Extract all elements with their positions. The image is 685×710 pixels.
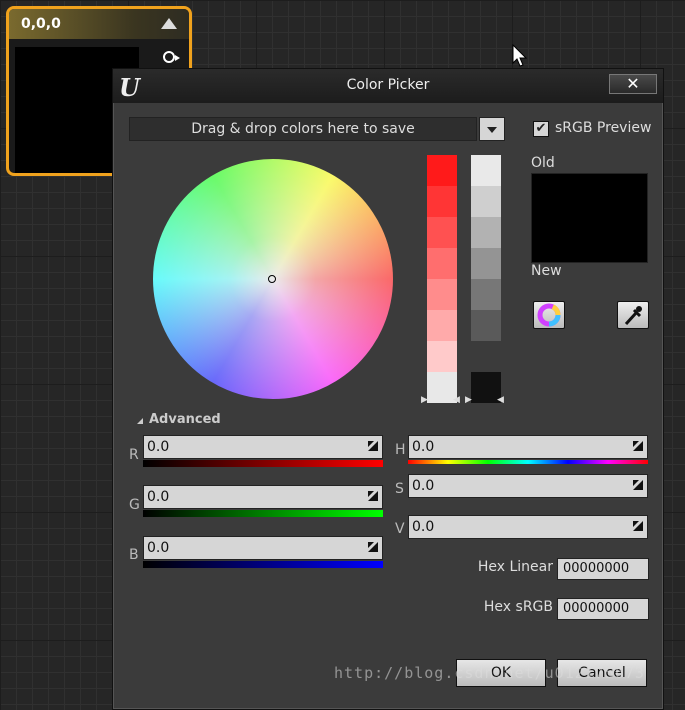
r-value: 0.0 — [147, 439, 170, 455]
color-wheel[interactable] — [153, 159, 393, 399]
h-value: 0.0 — [412, 439, 435, 455]
color-wheel-icon — [537, 303, 561, 327]
slider-handle-icon[interactable]: ▶ — [465, 395, 472, 405]
s-label: S — [395, 481, 404, 497]
close-button[interactable]: ✕ — [609, 74, 657, 94]
spin-corner-icon[interactable] — [368, 542, 378, 552]
r-value-field[interactable]: 0.0 — [143, 435, 383, 459]
b-gradient-bar[interactable] — [143, 561, 383, 568]
slider-handle-icon[interactable]: ▶ — [421, 395, 428, 405]
color-picker-dialog: U Color Picker ✕ Drag & drop colors here… — [112, 68, 664, 710]
spin-corner-icon[interactable] — [633, 521, 643, 531]
dialog-title: Color Picker — [346, 77, 430, 93]
h-gradient-bar[interactable] — [408, 460, 648, 464]
h-label: H — [395, 442, 406, 458]
close-icon: ✕ — [626, 74, 640, 93]
hex-srgb-label: Hex sRGB — [483, 599, 553, 615]
v-label: V — [395, 521, 405, 537]
slider-handle-icon[interactable]: ◀ — [453, 395, 460, 405]
old-label: Old — [531, 155, 555, 171]
watermark: http://blog.csdn.net/u012175673 — [334, 664, 645, 682]
spin-corner-icon[interactable] — [633, 441, 643, 451]
node-header[interactable]: 0,0,0 — [9, 9, 189, 39]
node-title: 0,0,0 — [21, 16, 61, 32]
dropdown-arrow-icon[interactable] — [479, 117, 505, 141]
h-value-field[interactable]: 0.0 — [408, 435, 648, 459]
s-value-field[interactable]: 0.0 — [408, 474, 648, 498]
hex-linear-field[interactable]: 00000000 — [557, 558, 649, 580]
g-gradient-bar[interactable] — [143, 510, 383, 517]
titlebar[interactable]: U Color Picker ✕ — [113, 69, 663, 103]
spin-corner-icon[interactable] — [633, 480, 643, 490]
mouse-cursor-icon — [512, 44, 528, 67]
r-label: R — [129, 447, 139, 463]
old-new-color-swatch — [531, 173, 648, 263]
checkbox-icon[interactable]: ✔ — [533, 121, 549, 137]
v-value-field[interactable]: 0.0 — [408, 515, 648, 539]
expand-triangle-icon[interactable] — [137, 418, 143, 424]
spin-corner-icon[interactable] — [368, 441, 378, 451]
b-label: B — [129, 547, 139, 563]
g-label: G — [129, 497, 140, 513]
b-value-field[interactable]: 0.0 — [143, 536, 383, 560]
b-value: 0.0 — [147, 540, 170, 556]
g-value: 0.0 — [147, 489, 170, 505]
r-gradient-bar[interactable] — [143, 460, 383, 467]
color-wheel-selector[interactable] — [268, 275, 276, 283]
color-wheel-button[interactable] — [533, 301, 565, 329]
s-value: 0.0 — [412, 478, 435, 494]
v-value: 0.0 — [412, 519, 435, 535]
eyedropper-button[interactable] — [617, 301, 649, 329]
color-save-dropzone[interactable]: Drag & drop colors here to save — [129, 117, 477, 141]
slider-handle-icon[interactable]: ◀ — [497, 395, 504, 405]
collapse-triangle-icon[interactable] — [161, 18, 177, 29]
eyedropper-icon — [624, 306, 642, 326]
hex-linear-label: Hex Linear — [477, 559, 553, 575]
hex-srgb-field[interactable]: 00000000 — [557, 598, 649, 620]
spin-corner-icon[interactable] — [368, 491, 378, 501]
output-pin-icon[interactable] — [163, 51, 180, 63]
new-label: New — [531, 263, 562, 279]
srgb-preview-label: sRGB Preview — [555, 120, 652, 136]
saturation-slider[interactable] — [427, 155, 457, 405]
advanced-toggle[interactable]: Advanced — [149, 412, 221, 427]
g-value-field[interactable]: 0.0 — [143, 485, 383, 509]
value-slider[interactable] — [471, 155, 501, 405]
